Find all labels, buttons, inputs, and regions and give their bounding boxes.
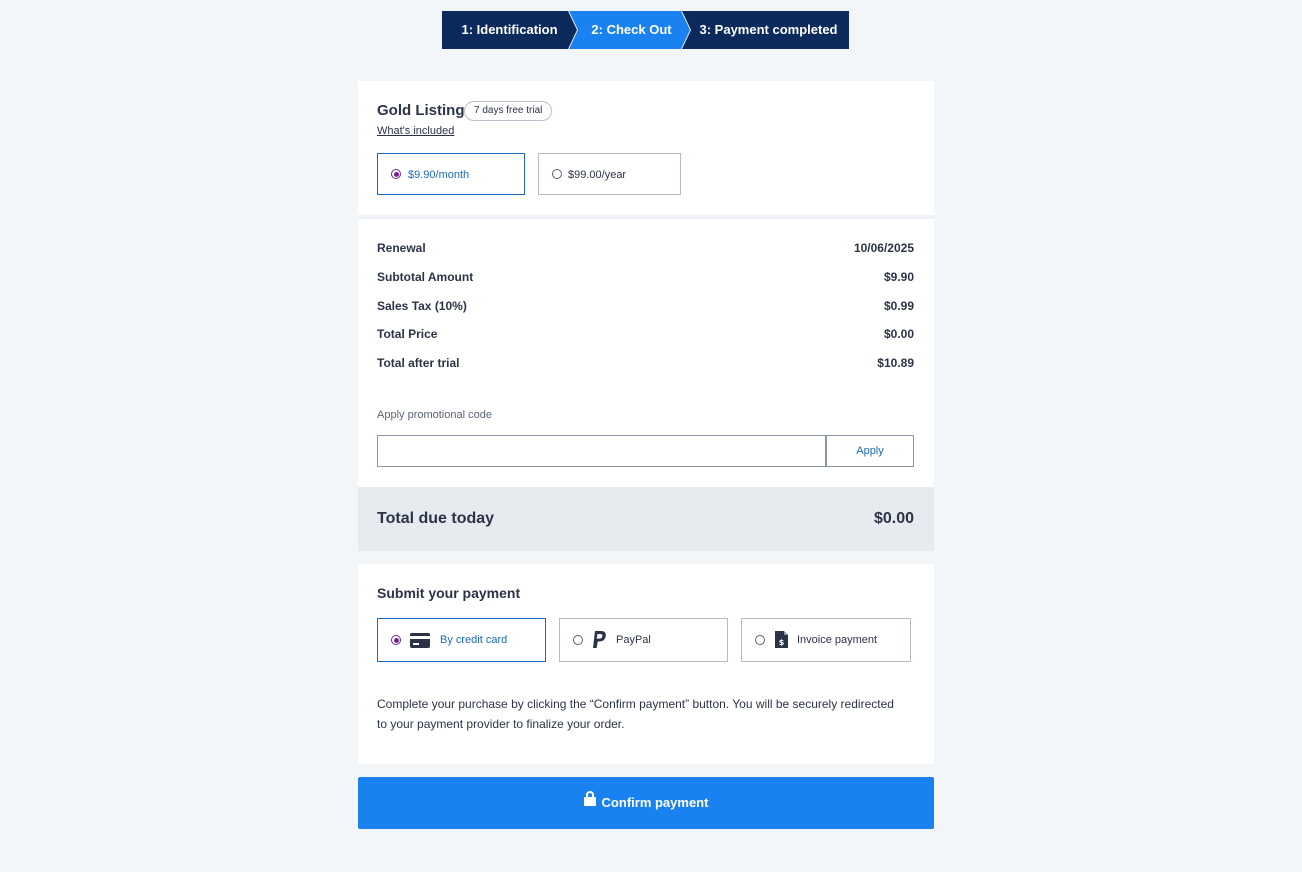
confirm-payment-label: Confirm payment <box>601 795 709 810</box>
subtotal-label: Subtotal Amount <box>377 270 474 284</box>
total-due-bar: Total due today $0.00 <box>358 487 934 551</box>
trial-badge: 7 days free trial <box>464 101 553 121</box>
payment-method-label: PayPal <box>616 634 651 646</box>
step-payment-completed: 3: Payment completed <box>682 11 849 49</box>
payment-title: Submit your payment <box>377 585 521 601</box>
total-price-label: Total Price <box>377 327 438 341</box>
billing-option-label: $99.00/year <box>568 169 627 181</box>
svg-text:$: $ <box>779 638 785 647</box>
credit-card-icon <box>410 633 430 653</box>
step-check-out[interactable]: 2: Check Out <box>569 11 690 49</box>
whats-included-link[interactable]: What's included <box>377 125 454 137</box>
payment-card: Submit your payment By credit card PayPa… <box>358 564 934 764</box>
confirm-payment-button[interactable]: Confirm payment <box>358 777 934 829</box>
promo-code-input[interactable] <box>377 435 826 467</box>
radio-unselected-icon[interactable] <box>573 635 583 645</box>
plan-card: Gold Listing 7 days free trial What's in… <box>358 81 934 215</box>
radio-unselected-icon[interactable] <box>755 635 765 645</box>
renewal-value: 10/06/2025 <box>853 241 914 255</box>
total-due-label: Total due today <box>377 510 495 527</box>
total-after-trial-value: $10.89 <box>877 356 914 370</box>
billing-option-yearly[interactable]: $99.00/year <box>538 153 681 195</box>
promo-code-label: Apply promotional code <box>377 409 492 421</box>
payment-instructions: Complete your purchase by clicking the “… <box>377 697 894 731</box>
sales-tax-label: Sales Tax (10%) <box>377 299 467 313</box>
step-identification[interactable]: 1: Identification <box>442 11 577 49</box>
renewal-label: Renewal <box>377 241 426 255</box>
total-after-trial-label: Total after trial <box>377 356 460 370</box>
sales-tax-value: $0.99 <box>883 299 914 313</box>
paypal-icon <box>592 631 607 654</box>
payment-method-invoice[interactable]: $ Invoice payment <box>741 618 911 662</box>
radio-selected-icon[interactable] <box>391 169 401 179</box>
lock-icon <box>583 776 596 828</box>
radio-unselected-icon[interactable] <box>552 169 562 179</box>
subtotal-value: $9.90 <box>883 270 914 284</box>
apply-promo-button[interactable]: Apply <box>826 435 914 467</box>
invoice-icon: $ <box>775 631 788 653</box>
total-due-value: $0.00 <box>873 510 914 527</box>
total-price-value: $0.00 <box>883 327 914 341</box>
payment-method-label: By credit card <box>440 634 508 646</box>
payment-method-paypal[interactable]: PayPal <box>559 618 728 662</box>
payment-method-credit-card[interactable]: By credit card <box>377 618 546 662</box>
billing-option-label: $9.90/month <box>408 169 470 181</box>
radio-selected-icon[interactable] <box>391 635 401 645</box>
billing-option-monthly[interactable]: $9.90/month <box>377 153 525 195</box>
plan-title: Gold Listing <box>377 102 465 119</box>
payment-method-label: Invoice payment <box>797 634 878 646</box>
order-summary: Renewal 10/06/2025 Subtotal Amount $9.90… <box>358 219 934 487</box>
